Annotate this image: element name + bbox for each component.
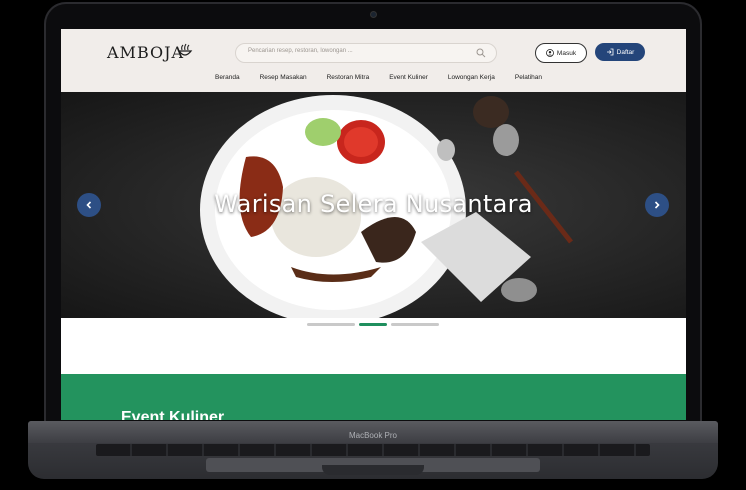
carousel-indicators bbox=[307, 323, 439, 326]
nav-item-event-kuliner[interactable]: Event Kuliner bbox=[389, 72, 428, 83]
register-button[interactable]: Daftar bbox=[595, 43, 645, 61]
nav-item-pelatihan[interactable]: Pelatihan bbox=[515, 72, 542, 83]
nav-item-resep-masakan[interactable]: Resep Masakan bbox=[260, 72, 307, 83]
nav-item-restoran-mitra[interactable]: Restoran Mitra bbox=[327, 72, 370, 83]
hero-title: Warisan Selera Nusantara bbox=[214, 190, 533, 218]
chevron-left-icon bbox=[86, 201, 92, 209]
user-circle-icon bbox=[546, 49, 554, 57]
section-title: Event Kuliner bbox=[121, 409, 225, 420]
camera-icon bbox=[371, 12, 376, 17]
carousel-dot-1[interactable] bbox=[307, 323, 355, 326]
main-nav: Beranda Resep Masakan Restoran Mitra Eve… bbox=[61, 72, 686, 83]
keyboard bbox=[96, 444, 650, 456]
search-placeholder: Pencarian resep, restoran, lowongan ... bbox=[248, 48, 353, 54]
bowl-steam-icon bbox=[177, 43, 193, 56]
carousel-prev-button[interactable] bbox=[77, 193, 101, 217]
search-icon[interactable] bbox=[476, 48, 486, 58]
laptop-notch bbox=[322, 465, 424, 475]
site-header: AMBOJA Pencarian resep, restoran, lowong… bbox=[61, 29, 686, 93]
carousel-dot-3[interactable] bbox=[391, 323, 439, 326]
chevron-right-icon bbox=[654, 201, 660, 209]
browser-screen: AMBOJA Pencarian resep, restoran, lowong… bbox=[61, 29, 686, 420]
login-label: Masuk bbox=[556, 49, 577, 57]
brand-logo-text[interactable]: AMBOJA bbox=[107, 43, 184, 62]
event-section: Event Kuliner bbox=[61, 374, 686, 420]
nav-item-beranda[interactable]: Beranda bbox=[215, 72, 240, 83]
login-button[interactable]: Masuk bbox=[535, 43, 587, 63]
hero-carousel: Warisan Selera Nusantara bbox=[61, 92, 686, 318]
carousel-next-button[interactable] bbox=[645, 193, 669, 217]
register-label: Daftar bbox=[616, 48, 635, 56]
carousel-dot-2[interactable] bbox=[359, 323, 387, 326]
sign-in-icon bbox=[606, 48, 614, 56]
search-input[interactable]: Pencarian resep, restoran, lowongan ... bbox=[235, 43, 497, 63]
device-model-label: MacBook Pro bbox=[348, 431, 398, 440]
nav-item-lowongan-kerja[interactable]: Lowongan Kerja bbox=[448, 72, 495, 83]
